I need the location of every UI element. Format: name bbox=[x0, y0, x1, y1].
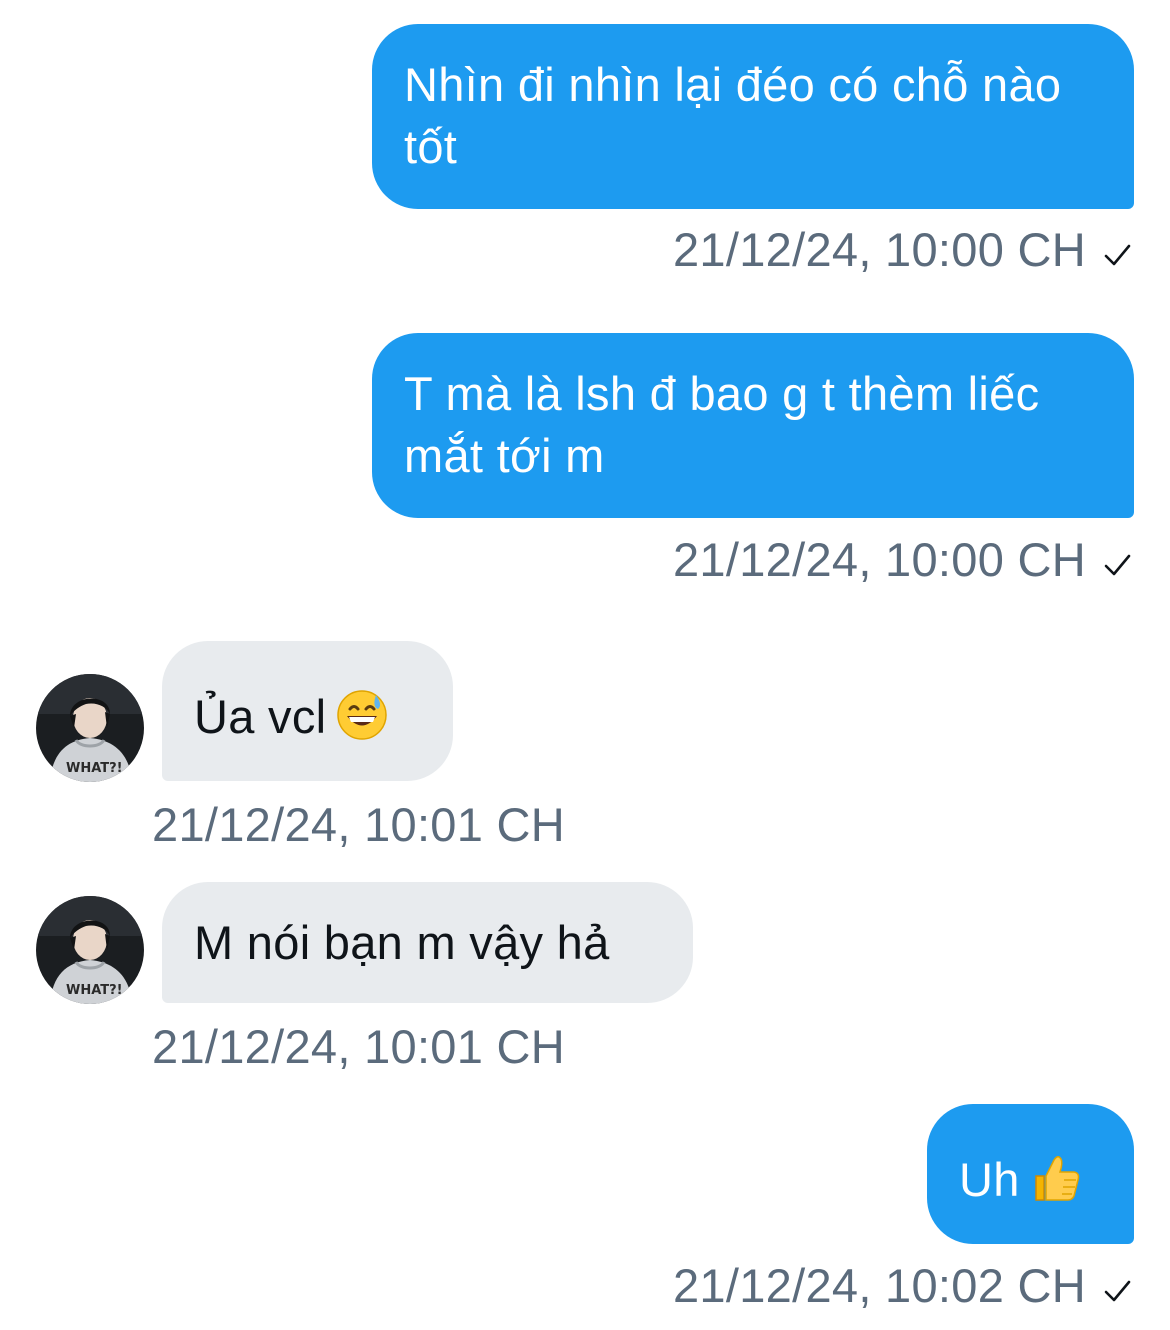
message-text: Nhìn đi nhìn lại đéo có chỗ nào tốt bbox=[404, 58, 1062, 173]
message-text: M nói bạn m vậy hả bbox=[194, 916, 610, 969]
message-timestamp: 21/12/24, 10:01 CH bbox=[152, 797, 565, 853]
timestamp-text: 21/12/24, 10:02 CH bbox=[672, 1259, 1086, 1312]
avatar-image: WHAT?! bbox=[36, 896, 144, 1004]
user-avatar[interactable]: WHAT?! bbox=[36, 896, 144, 1004]
avatar-image: WHAT?! bbox=[36, 674, 144, 782]
user-avatar[interactable]: WHAT?! bbox=[36, 674, 144, 782]
message-bubble-outgoing[interactable]: Uh bbox=[927, 1104, 1134, 1244]
message-bubble-outgoing[interactable]: Nhìn đi nhìn lại đéo có chỗ nào tốt bbox=[372, 24, 1134, 209]
message-timestamp: 21/12/24, 10:00 CH bbox=[673, 222, 1132, 278]
timestamp-text: 21/12/24, 10:00 CH bbox=[672, 533, 1086, 586]
timestamp-text: 21/12/24, 10:00 CH bbox=[672, 223, 1086, 276]
message-timestamp: 21/12/24, 10:01 CH bbox=[152, 1019, 565, 1075]
thumbs-up-icon bbox=[1034, 1156, 1079, 1201]
message-text: Ủa vcl bbox=[194, 690, 327, 743]
message-timestamp: 21/12/24, 10:00 CH bbox=[673, 532, 1132, 588]
message-bubble-outgoing[interactable]: T mà là lsh đ bao g t thèm liếc mắt tới … bbox=[372, 333, 1134, 518]
message-text: T mà là lsh đ bao g t thèm liếc mắt tới … bbox=[404, 367, 1040, 482]
message-bubble-incoming[interactable]: M nói bạn m vậy hả bbox=[162, 882, 693, 1003]
check-icon bbox=[1104, 554, 1131, 576]
svg-text:WHAT?!: WHAT?! bbox=[66, 983, 123, 998]
message-timestamp: 21/12/24, 10:02 CH bbox=[673, 1258, 1132, 1314]
timestamp-text: 21/12/24, 10:01 CH bbox=[152, 1020, 566, 1073]
svg-text:WHAT?!: WHAT?! bbox=[66, 761, 123, 776]
check-icon bbox=[1104, 1280, 1131, 1302]
message-text: Uh bbox=[959, 1153, 1020, 1206]
timestamp-text: 21/12/24, 10:01 CH bbox=[152, 798, 566, 851]
check-icon bbox=[1104, 244, 1131, 266]
grinning-face-with-sweat-icon bbox=[337, 690, 388, 740]
message-bubble-incoming[interactable]: Ủa vcl bbox=[162, 641, 453, 781]
